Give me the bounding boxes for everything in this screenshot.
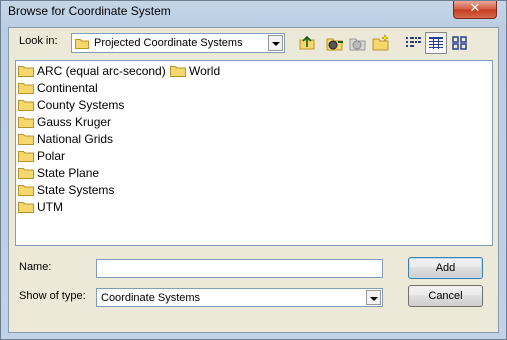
name-label: Name: xyxy=(19,261,52,273)
folder-name: World xyxy=(189,64,221,78)
window-title: Browse for Coordinate System xyxy=(8,4,171,18)
folder-name: County Systems xyxy=(37,98,125,112)
chevron-down-icon[interactable] xyxy=(268,35,283,51)
folder-name: State Plane xyxy=(37,166,100,180)
close-icon: ✕ xyxy=(469,1,481,16)
folder-name: State Systems xyxy=(37,183,115,197)
list-item[interactable]: National Grids xyxy=(18,131,113,147)
new-folder-icon xyxy=(372,34,389,51)
list-view-button[interactable] xyxy=(402,32,424,54)
show-of-type-label: Show of type: xyxy=(19,290,86,302)
list-item[interactable]: World xyxy=(170,63,220,79)
folder-name: UTM xyxy=(37,200,63,214)
folder-name: Continental xyxy=(37,81,98,95)
folder-name: National Grids xyxy=(37,132,114,146)
connect-folder-button[interactable] xyxy=(324,32,346,54)
up-one-level-icon xyxy=(299,35,315,50)
dialog-window: Browse for Coordinate System ✕ Look in: … xyxy=(0,0,507,340)
show-of-type-value: Coordinate Systems xyxy=(101,292,201,304)
title-bar[interactable]: Browse for Coordinate System ✕ xyxy=(1,1,506,23)
list-view-icon xyxy=(406,37,421,47)
show-of-type-dropdown[interactable]: Coordinate Systems xyxy=(96,288,383,307)
folder-icon xyxy=(170,65,186,77)
folder-icon xyxy=(18,150,34,162)
up-one-level-button[interactable] xyxy=(296,32,318,54)
chevron-down-icon[interactable] xyxy=(366,290,381,305)
close-button[interactable]: ✕ xyxy=(453,1,497,19)
disconnect-folder-icon xyxy=(349,38,366,51)
look-in-dropdown[interactable]: Projected Coordinate Systems xyxy=(71,33,285,53)
folder-name: Gauss Kruger xyxy=(37,115,112,129)
folder-icon xyxy=(18,82,34,94)
add-button[interactable]: Add xyxy=(408,257,483,279)
list-item[interactable]: Gauss Kruger xyxy=(18,114,111,130)
folder-icon xyxy=(18,65,34,77)
list-item[interactable]: State Systems xyxy=(18,182,114,198)
list-item[interactable]: UTM xyxy=(18,199,63,215)
cancel-button[interactable]: Cancel xyxy=(408,285,483,307)
folder-icon xyxy=(75,38,89,52)
large-icons-view-icon xyxy=(452,36,467,50)
folder-list[interactable]: ARC (equal arc-second) World Continental… xyxy=(15,60,493,246)
list-item[interactable]: Continental xyxy=(18,80,98,96)
list-item[interactable]: Polar xyxy=(18,148,65,164)
look-in-value: Projected Coordinate Systems xyxy=(94,37,243,49)
name-input[interactable] xyxy=(96,259,383,278)
large-icons-view-button[interactable] xyxy=(449,32,471,54)
details-view-button[interactable] xyxy=(425,32,447,54)
folder-icon xyxy=(18,184,34,196)
dialog-client-area: Look in: Projected Coordinate Systems AR… xyxy=(8,27,499,333)
look-in-label: Look in: xyxy=(19,35,58,47)
list-item[interactable]: County Systems xyxy=(18,97,124,113)
folder-name: ARC (equal arc-second) xyxy=(37,64,166,78)
new-folder-button[interactable] xyxy=(370,32,392,54)
disconnect-folder-button[interactable] xyxy=(347,32,369,54)
details-view-icon xyxy=(429,37,443,49)
folder-icon xyxy=(18,99,34,111)
folder-icon xyxy=(18,133,34,145)
folder-name: Polar xyxy=(37,149,66,163)
folder-icon xyxy=(18,167,34,179)
folder-icon xyxy=(18,201,34,213)
folder-icon xyxy=(18,116,34,128)
connect-folder-icon xyxy=(326,38,343,51)
list-item[interactable]: State Plane xyxy=(18,165,99,181)
list-item[interactable]: ARC (equal arc-second) xyxy=(18,63,166,79)
